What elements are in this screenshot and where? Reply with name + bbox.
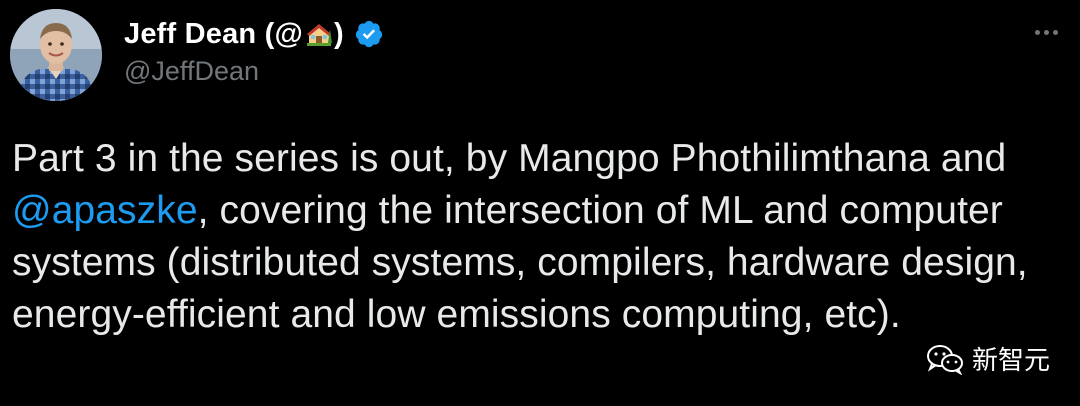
wechat-icon [926,344,963,375]
author-display-name-suffix[interactable]: ) [334,18,344,51]
verified-badge-icon [354,19,384,49]
tweet-text-part1: Part 3 in the series is out, by Mangpo P… [12,137,1007,180]
watermark-label: 新智元 [971,345,1050,375]
more-options-button[interactable] [1028,18,1064,46]
more-horizontal-icon [1034,29,1040,35]
house-with-garden-icon [304,19,334,49]
watermark: 新智元 [926,340,1050,377]
tweet-card: Jeff Dean (@ ) @JeffDean Part 3 in the s… [0,0,1080,406]
avatar[interactable] [10,9,102,101]
avatar-photo-icon [10,9,102,101]
tweet-text: Part 3 in the series is out, by Mangpo P… [12,133,1072,341]
author-handle[interactable]: @JeffDean [124,56,259,87]
mention-link[interactable]: @apaszke [12,189,198,232]
author-display-name[interactable]: Jeff Dean (@ [124,18,303,51]
author-name-row[interactable]: Jeff Dean (@ ) [124,14,384,54]
